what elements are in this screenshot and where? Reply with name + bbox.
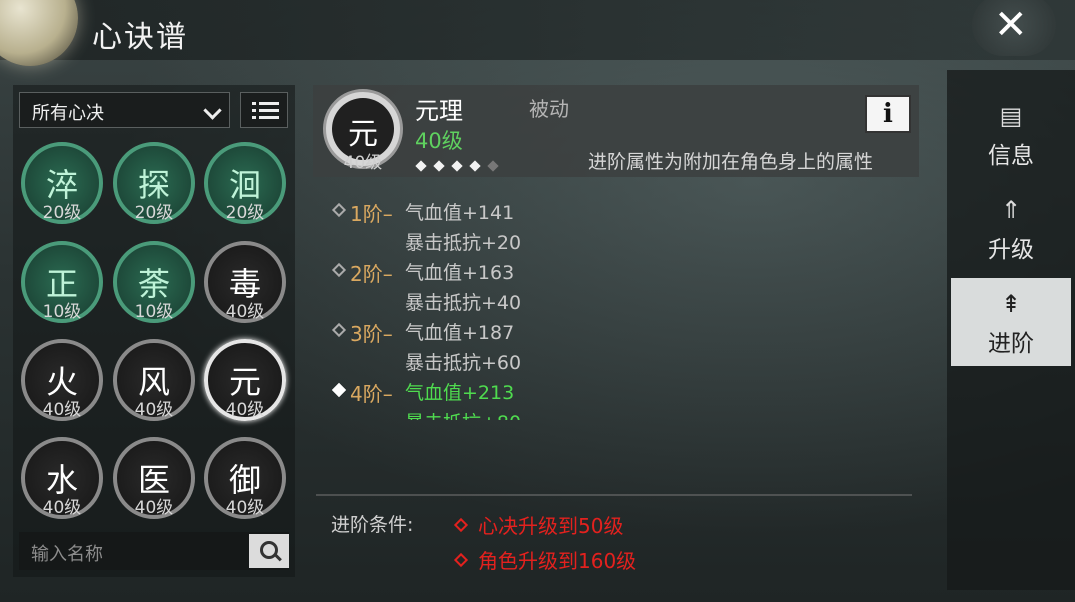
skill-item[interactable]: 火 40级: [21, 339, 103, 421]
skill-item[interactable]: 探 20级: [113, 142, 195, 224]
condition-label: 进阶条件:: [331, 514, 414, 536]
skill-level: 40级: [134, 498, 174, 518]
tier-attr-hp: 气血值+187: [405, 322, 515, 344]
divider: [316, 494, 912, 496]
search-input[interactable]: 输入名称: [31, 540, 103, 566]
tier-item: 2阶– 气血值+163 暴击抵抗+40: [330, 258, 870, 314]
skill-level: 20级: [134, 203, 174, 223]
skill-level: 40级: [415, 129, 463, 153]
selected-skill-icon: 元 40级: [323, 89, 403, 173]
tier-attr-crit-resist: 暴击抵抗+80: [405, 408, 521, 420]
info-button[interactable]: i: [865, 95, 911, 133]
skill-item[interactable]: 元 40级: [204, 339, 286, 421]
tier-item: 1阶– 气血值+141 暴击抵抗+20: [330, 198, 870, 254]
tier-attr-crit-resist: 暴击抵抗+60: [405, 352, 522, 374]
search-bar: 输入名称: [19, 532, 289, 570]
diamond-star-icon: [451, 160, 463, 172]
tab-upgrade[interactable]: ⇑ 升级: [951, 184, 1071, 272]
side-tabs: ▤ 信息 ⇑ 升级 ⇞ 进阶: [947, 70, 1075, 590]
skill-level: 10级: [42, 302, 82, 322]
tier-label: 3阶–: [350, 322, 393, 346]
skill-level: 40级: [42, 498, 82, 518]
skill-name: 元理: [415, 97, 463, 125]
diamond-icon: [331, 322, 347, 338]
title-bar: 心诀谱 ✕: [0, 0, 1075, 66]
skill-level: 10级: [134, 302, 174, 322]
close-button[interactable]: ✕: [972, 0, 1056, 56]
filter-dropdown[interactable]: 所有心决: [19, 92, 230, 128]
skill-item[interactable]: 荼 10级: [113, 241, 195, 323]
selected-skill-char: 元: [348, 117, 378, 152]
page-title: 心诀谱: [92, 20, 188, 55]
tier-label: 2阶–: [350, 262, 393, 286]
diamond-star-icon: [469, 160, 481, 172]
skill-item[interactable]: 正 10级: [21, 241, 103, 323]
diamond-icon: [331, 382, 347, 398]
chevron-down-icon: [203, 101, 222, 120]
diamond-icon: [453, 552, 469, 568]
search-button[interactable]: [249, 534, 289, 568]
tab-advance[interactable]: ⇞ 进阶: [951, 278, 1071, 366]
list-view-button[interactable]: [240, 92, 288, 128]
skill-item[interactable]: 水 40级: [21, 437, 103, 519]
moon-emblem-icon: [0, 0, 78, 66]
skill-level: 40级: [225, 302, 265, 322]
skill-level: 40级: [134, 400, 174, 420]
tier-attr-hp: 气血值+141: [405, 202, 515, 224]
tier-attr-hp: 气血值+213: [405, 382, 515, 404]
tier-list[interactable]: 1阶– 气血值+141 暴击抵抗+20 2阶– 气血值+163 暴击抵抗+40 3阶– 气血值…: [330, 198, 890, 420]
skill-level: 40级: [225, 400, 265, 420]
tier-item: 4阶– 气血值+213 暴击抵抗+80: [330, 378, 870, 420]
skill-item[interactable]: 洄 20级: [204, 142, 286, 224]
diamond-icon: [331, 202, 347, 218]
skill-type: 被动: [529, 97, 569, 121]
tier-label: 4阶–: [350, 382, 393, 406]
skill-level: 40级: [42, 400, 82, 420]
tab-info[interactable]: ▤ 信息: [951, 90, 1071, 178]
skill-item[interactable]: 淬 20级: [21, 142, 103, 224]
tier-item: 3阶– 气血值+187 暴击抵抗+60: [330, 318, 870, 374]
skill-list-panel: 所有心决 淬 20级探 20级洄 20级正 10级荼 10级毒 40级火 40级风 40级元 40…: [13, 85, 295, 577]
scroll-icon: ▤: [999, 102, 1023, 130]
skill-level: 20级: [225, 203, 265, 223]
tier-attr-crit-resist: 暴击抵抗+40: [405, 292, 522, 314]
diamond-icon: [453, 517, 469, 533]
filter-selected: 所有心决: [32, 103, 104, 124]
close-icon: ✕: [994, 2, 1028, 48]
skill-level: 40级: [225, 498, 265, 518]
list-icon: [252, 102, 256, 105]
arrow-up-icon: ⇑: [1000, 196, 1022, 224]
tier-label: 1阶–: [350, 202, 393, 226]
skill-detail-header: 元 40级 元理 被动 40级 i 进阶属性为附加在角色身上的属性: [313, 85, 919, 177]
skill-item[interactable]: 医 40级: [113, 437, 195, 519]
advance-note: 进阶属性为附加在角色身上的属性: [588, 151, 874, 173]
advance-icon: ⇞: [1000, 290, 1022, 318]
tier-attr-hp: 气血值+163: [405, 262, 515, 284]
skill-item[interactable]: 御 40级: [204, 437, 286, 519]
condition-item: 心决升级到50级: [453, 510, 623, 539]
diamond-star-icon: [487, 160, 499, 172]
star-rating: [415, 155, 507, 174]
skill-item[interactable]: 风 40级: [113, 339, 195, 421]
skill-level: 20级: [42, 203, 82, 223]
condition-item: 角色升级到160级: [453, 545, 636, 574]
diamond-star-icon: [415, 160, 427, 172]
diamond-icon: [331, 262, 347, 278]
info-icon: i: [883, 99, 893, 129]
tier-attr-crit-resist: 暴击抵抗+20: [405, 232, 522, 254]
diamond-star-icon: [433, 160, 445, 172]
skill-item[interactable]: 毒 40级: [204, 241, 286, 323]
selected-skill-icon-level: 40级: [343, 153, 383, 173]
